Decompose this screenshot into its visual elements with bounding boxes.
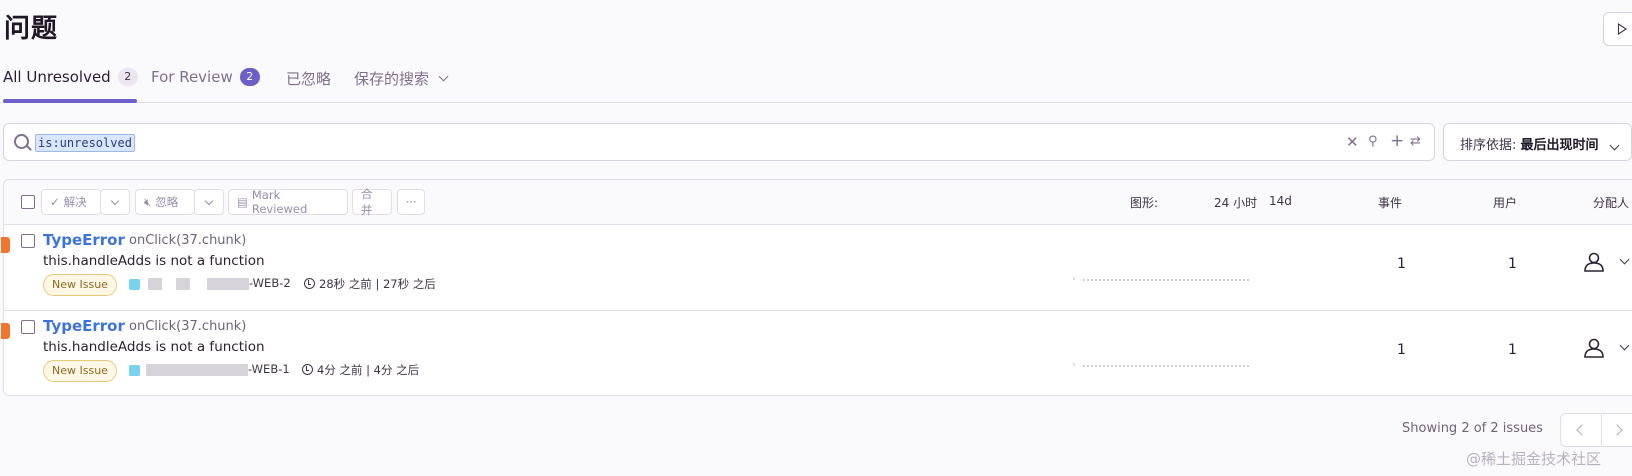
- more-actions-button[interactable]: ···: [397, 189, 425, 215]
- chevron-down-icon[interactable]: [1619, 340, 1630, 351]
- sparkline-chart: [1073, 363, 1251, 367]
- chevron-down-icon: [438, 71, 449, 82]
- mute-icon: 🔇︎: [144, 194, 152, 209]
- redacted-text: [176, 278, 190, 290]
- check-icon: ✓: [50, 195, 60, 209]
- select-all-checkbox[interactable]: [21, 195, 35, 209]
- swap-icon[interactable]: ⇄: [1410, 134, 1421, 149]
- tab-for-review[interactable]: For Review 2: [151, 68, 260, 86]
- resolve-dropdown-button[interactable]: [100, 189, 130, 215]
- first-seen: 28秒 之前: [319, 277, 372, 291]
- tab-label: All Unresolved: [3, 68, 111, 86]
- clock-icon: [302, 364, 313, 375]
- last-seen: 4分 之后: [373, 363, 420, 377]
- ignore-label: 忽略: [155, 195, 179, 209]
- issue-message: this.handleAdds is not a function: [43, 253, 265, 269]
- graph-label: 图形:: [1130, 196, 1159, 210]
- mark-reviewed-label: Mark Reviewed: [251, 188, 308, 216]
- merge-label: 合并: [361, 187, 373, 217]
- user-icon[interactable]: [1583, 252, 1605, 272]
- table-row[interactable]: TypeError onClick(37.chunk) this.handleA…: [1, 310, 1632, 396]
- events-count: 1: [1397, 256, 1406, 272]
- previous-page-button[interactable]: [1576, 424, 1588, 436]
- level-indicator: [1, 323, 10, 339]
- sort-prefix: 排序依据:: [1460, 138, 1517, 153]
- mark-reviewed-button[interactable]: ▤ Mark Reviewed: [228, 188, 348, 216]
- period-24h-toggle[interactable]: 24 小时: [1214, 194, 1257, 211]
- issue-culprit: onClick(37.chunk): [129, 319, 247, 334]
- search-bar[interactable]: is:unresolved ✕ ⚲ + ⇄: [3, 123, 1435, 161]
- search-icon: [14, 134, 29, 149]
- table-row[interactable]: TypeError onClick(37.chunk) this.handleA…: [1, 224, 1632, 310]
- resolve-label: 解决: [63, 195, 87, 209]
- clear-icon[interactable]: ✕: [1346, 133, 1359, 151]
- watermark: @稀土掘金技术社区: [1466, 450, 1602, 468]
- user-icon[interactable]: [1583, 338, 1605, 358]
- level-indicator: [1, 237, 10, 253]
- issue-title-link[interactable]: TypeError: [43, 317, 125, 335]
- project-icon: [129, 279, 140, 290]
- active-tab-indicator: [3, 99, 137, 103]
- tab-ignored[interactable]: 已忽略: [286, 68, 331, 89]
- tab-label: 已忽略: [286, 70, 332, 88]
- chevron-down-icon: [204, 196, 214, 205]
- issue-shortid[interactable]: -WEB-1: [248, 362, 290, 376]
- tab-label: For Review: [151, 68, 233, 86]
- redacted-text: [146, 364, 248, 376]
- inbox-icon: ▤: [237, 195, 248, 209]
- users-count: 1: [1508, 256, 1517, 272]
- row-checkbox[interactable]: [21, 320, 35, 334]
- add-icon[interactable]: +: [1390, 131, 1404, 151]
- sort-dropdown[interactable]: 排序依据: 最后出现时间: [1443, 123, 1632, 161]
- period-14d-toggle[interactable]: 14d: [1269, 194, 1292, 208]
- ellipsis-icon: ···: [405, 195, 417, 209]
- count-badge: 2: [239, 68, 260, 86]
- redacted-text: [207, 278, 249, 290]
- first-seen: 4分 之前: [317, 363, 363, 377]
- new-issue-badge: New Issue: [43, 274, 117, 296]
- project-icon: [129, 365, 140, 376]
- redacted-text: [148, 278, 162, 290]
- ignore-dropdown-button[interactable]: [194, 189, 224, 215]
- resolve-button[interactable]: ✓ 解决: [41, 189, 101, 215]
- issue-message: this.handleAdds is not a function: [43, 339, 265, 355]
- assignee-column-header: 分配人: [1593, 196, 1630, 210]
- play-icon: [1618, 23, 1627, 35]
- pager-divider: [1601, 414, 1602, 446]
- users-column-header: 用户: [1493, 196, 1518, 210]
- issue-timestamps: 4分 之前 | 4分 之后: [302, 362, 419, 378]
- issue-culprit: onClick(37.chunk): [129, 233, 247, 248]
- chevron-down-icon: [110, 196, 120, 205]
- sort-value: 最后出现时间: [1520, 138, 1599, 153]
- clock-icon: [304, 278, 315, 289]
- ignore-button[interactable]: 🔇︎ 忽略: [135, 189, 195, 215]
- issue-timestamps: 28秒 之前 | 27秒 之后: [304, 276, 436, 292]
- page-title: 问题: [4, 14, 59, 44]
- merge-button[interactable]: 合并: [352, 187, 392, 217]
- issue-title-link[interactable]: TypeError: [43, 231, 125, 249]
- next-page-button[interactable]: [1611, 424, 1623, 436]
- tab-label: 保存的搜索: [354, 70, 430, 88]
- count-badge: 2: [117, 68, 138, 86]
- tab-all-unresolved[interactable]: All Unresolved 2: [3, 68, 138, 86]
- pin-icon[interactable]: ⚲: [1368, 134, 1378, 149]
- row-checkbox[interactable]: [21, 234, 35, 248]
- last-seen: 27秒 之后: [382, 277, 436, 291]
- chevron-down-icon[interactable]: [1619, 254, 1630, 265]
- new-issue-badge: New Issue: [43, 360, 117, 382]
- play-button[interactable]: [1603, 12, 1632, 46]
- sparkline-chart: [1073, 277, 1251, 281]
- events-count: 1: [1397, 342, 1406, 358]
- issues-toolbar: ✓ 解决 🔇︎ 忽略 ▤ Mark Reviewed 合并 ··· 图形: 24…: [4, 180, 1632, 225]
- pagination-summary: Showing 2 of 2 issues: [1402, 421, 1543, 436]
- pagination-controls: [1560, 413, 1632, 447]
- events-column-header: 事件: [1378, 196, 1403, 210]
- users-count: 1: [1508, 342, 1517, 358]
- tab-saved-searches[interactable]: 保存的搜索: [354, 68, 449, 89]
- issue-shortid[interactable]: -WEB-2: [249, 276, 291, 290]
- search-query-token[interactable]: is:unresolved: [35, 134, 135, 152]
- issues-panel: ✓ 解决 🔇︎ 忽略 ▤ Mark Reviewed 合并 ··· 图形: 24…: [1, 179, 1632, 396]
- tab-bar: All Unresolved 2 For Review 2 已忽略 保存的搜索: [0, 62, 1632, 103]
- chevron-down-icon: [1609, 140, 1620, 151]
